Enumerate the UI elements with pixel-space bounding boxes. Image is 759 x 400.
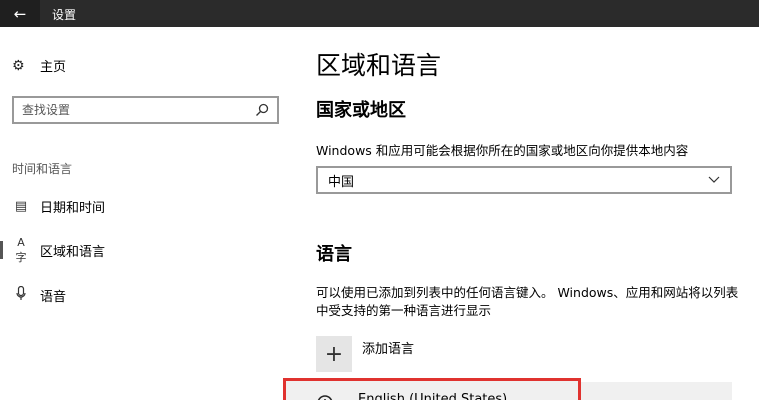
sidebar-item-label: 区域和语言: [40, 244, 106, 260]
calendar-clock-icon: ▤: [14, 198, 28, 214]
chevron-down-icon: [708, 176, 720, 183]
selection-marker: [0, 286, 3, 304]
language-heading: 语言: [316, 244, 352, 265]
region-language-icon: A字: [15, 235, 27, 264]
plus-icon: +: [316, 336, 352, 372]
selection-marker: [0, 241, 3, 259]
sidebar-item-date-time[interactable]: ▤ 日期和时间: [0, 193, 290, 219]
window-title: 设置: [52, 8, 77, 22]
back-button[interactable]: ←: [0, 0, 40, 27]
selection-marker: [0, 197, 3, 215]
country-select-value: 中国: [328, 174, 355, 190]
gear-icon: ⚙: [12, 57, 25, 74]
search-icon: [256, 103, 269, 116]
country-description: Windows 和应用可能会根据你所在的国家或地区向你提供本地内容: [316, 143, 689, 158]
country-select[interactable]: 中国: [316, 166, 732, 194]
arrow-left-icon: ←: [13, 4, 27, 23]
sidebar-home-label: 主页: [40, 60, 67, 75]
sidebar-home[interactable]: ⚙ 主页: [12, 56, 67, 76]
page-title: 区域和语言: [316, 51, 442, 80]
search-input[interactable]: [22, 103, 255, 117]
sidebar-item-speech[interactable]: 语音: [0, 282, 290, 308]
sidebar-item-label: 语音: [40, 289, 67, 305]
search-box[interactable]: [12, 96, 279, 124]
add-language-button[interactable]: + 添加语言: [316, 336, 414, 372]
language-item-label: English (United States): [358, 392, 508, 400]
sidebar-item-label: 日期和时间: [40, 200, 106, 216]
sidebar-section-label: 时间和语言: [12, 162, 73, 176]
microphone-icon: [12, 285, 30, 305]
country-heading: 国家或地区: [316, 100, 406, 121]
language-description: 可以使用已添加到列表中的任何语言键入。 Windows、应用和网站将以列表中受支…: [316, 285, 739, 318]
add-language-label: 添加语言: [362, 342, 415, 357]
sidebar-item-region-language[interactable]: A字 区域和语言: [0, 235, 290, 264]
title-bar: ← 设置: [0, 0, 759, 27]
language-icon: [317, 395, 333, 400]
language-row-background: [581, 382, 732, 400]
